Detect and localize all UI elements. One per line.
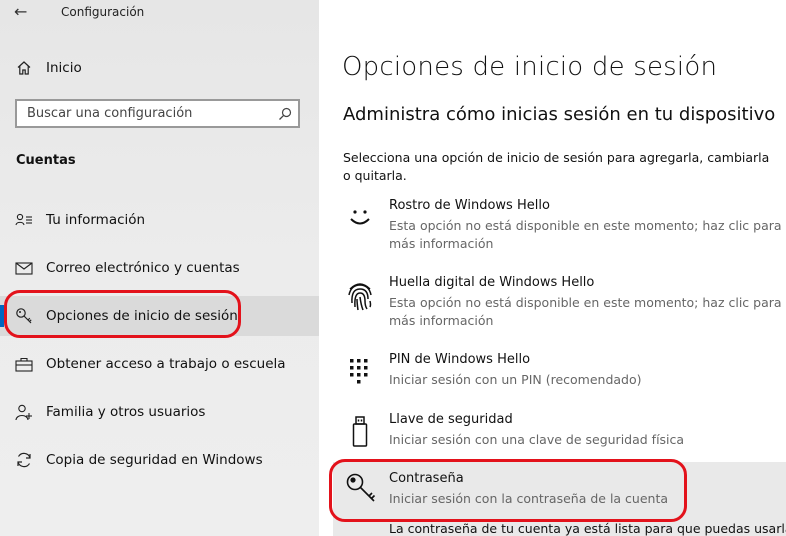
option-subtitle: Esta opción no está disponible en este m… xyxy=(389,218,782,251)
password-status-text: La contraseña de tu cuenta ya está lista… xyxy=(389,521,786,536)
option-title: PIN de Windows Hello xyxy=(389,352,531,367)
page-title: Opciones de inicio de sesión xyxy=(342,52,718,82)
sidebar-item-backup[interactable]: Copia de seguridad en Windows xyxy=(0,440,319,480)
option-title: Contraseña xyxy=(389,471,464,486)
sidebar-item-your-info[interactable]: Tu información xyxy=(0,200,319,240)
sidebar: ← Configuración Inicio Buscar una config… xyxy=(0,0,319,536)
search-input[interactable]: Buscar una configuración xyxy=(15,99,300,128)
option-title: Rostro de Windows Hello xyxy=(389,198,550,213)
option-windows-hello-face[interactable]: Rostro de Windows Hello Esta opción no e… xyxy=(333,196,786,254)
option-title: Llave de seguridad xyxy=(389,412,513,427)
option-title: Huella digital de Windows Hello xyxy=(389,275,595,290)
title-bar: ← Configuración xyxy=(0,0,319,26)
briefcase-icon xyxy=(14,355,34,373)
sidebar-item-home[interactable]: Inicio xyxy=(0,48,319,88)
key-icon xyxy=(345,472,376,506)
sidebar-item-label: Correo electrónico y cuentas xyxy=(46,260,240,276)
option-subtitle: Esta opción no está disponible en este m… xyxy=(389,295,782,328)
sidebar-item-label: Inicio xyxy=(46,60,82,76)
sidebar-item-family[interactable]: Familia y otros usuarios xyxy=(0,392,319,432)
fingerprint-icon xyxy=(345,279,375,313)
sidebar-item-label: Copia de seguridad en Windows xyxy=(46,452,263,468)
section-title: Cuentas xyxy=(16,153,76,168)
page-subtitle: Administra cómo inicias sesión en tu dis… xyxy=(343,104,776,125)
mail-icon xyxy=(14,259,34,277)
sidebar-item-email-accounts[interactable]: Correo electrónico y cuentas xyxy=(0,248,319,288)
sidebar-item-sign-in-options[interactable]: Opciones de inicio de sesión xyxy=(0,296,319,336)
usb-key-icon xyxy=(345,416,375,450)
option-subtitle: Iniciar sesión con un PIN (recomendado) xyxy=(389,372,642,387)
option-fingerprint[interactable]: Huella digital de Windows Hello Esta opc… xyxy=(333,273,786,331)
app-title: Configuración xyxy=(61,5,145,19)
sidebar-item-label: Obtener acceso a trabajo o escuela xyxy=(46,356,286,372)
back-arrow-icon[interactable]: ← xyxy=(14,2,27,21)
description-text: Selecciona una opción de inicio de sesió… xyxy=(343,150,770,183)
sidebar-item-work-school[interactable]: Obtener acceso a trabajo o escuela xyxy=(0,344,319,384)
option-subtitle: Iniciar sesión con una clave de segurida… xyxy=(389,432,685,447)
option-pin[interactable]: PIN de Windows Hello Iniciar sesión con … xyxy=(333,350,786,408)
sidebar-item-label: Tu información xyxy=(46,212,146,228)
search-placeholder: Buscar una configuración xyxy=(27,106,193,121)
option-subtitle: Iniciar sesión con la contraseña de la c… xyxy=(389,491,669,506)
smiley-face-icon xyxy=(345,202,375,236)
home-icon xyxy=(14,59,34,77)
sidebar-item-label: Familia y otros usuarios xyxy=(46,404,206,420)
key-icon xyxy=(14,307,34,325)
selection-indicator xyxy=(0,305,4,327)
main-content: Opciones de inicio de sesión Administra … xyxy=(319,0,786,536)
person-add-icon xyxy=(14,403,34,421)
person-card-icon xyxy=(14,211,34,229)
sidebar-item-label: Opciones de inicio de sesión xyxy=(46,308,238,324)
search-icon[interactable] xyxy=(278,106,292,120)
sync-icon xyxy=(14,451,34,469)
option-security-key[interactable]: Llave de seguridad Iniciar sesión con un… xyxy=(333,410,786,468)
keypad-icon xyxy=(345,356,375,390)
